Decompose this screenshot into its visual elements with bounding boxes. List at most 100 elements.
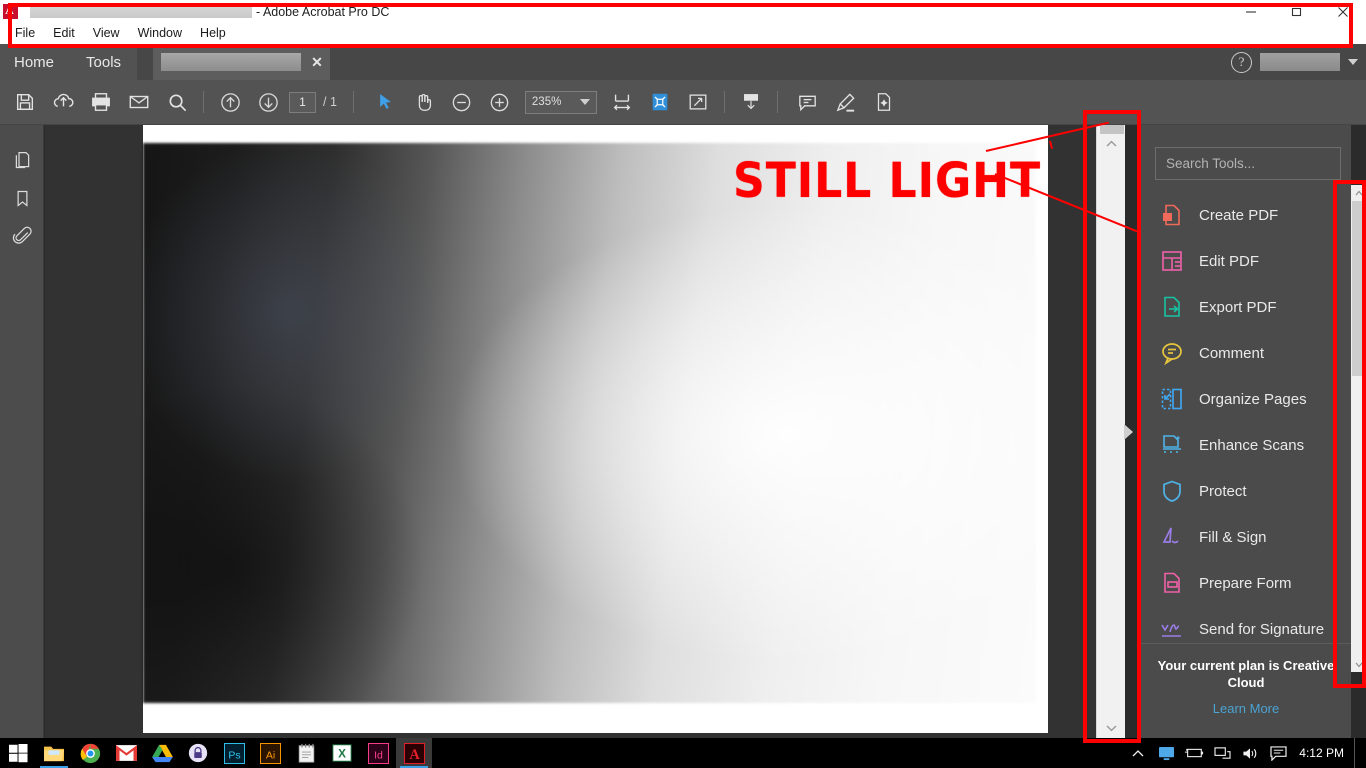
tool-item-prepare-form[interactable]: Prepare Form (1141, 560, 1351, 606)
next-page-icon[interactable] (249, 83, 287, 121)
taskbar-item-photoshop[interactable]: Ps (216, 738, 252, 768)
bookmarks-icon[interactable] (0, 179, 44, 217)
chevron-down-icon[interactable] (1348, 59, 1358, 65)
fill-and-sign-icon (1159, 524, 1185, 550)
protect-icon (1159, 478, 1185, 504)
scroll-down-arrow-icon[interactable] (1097, 718, 1126, 738)
taskbar-item-gmail[interactable] (108, 738, 144, 768)
account-name-redacted[interactable] (1260, 53, 1340, 71)
tool-item-fill-and-sign[interactable]: Fill & Sign (1141, 514, 1351, 560)
taskbar-item-file-explorer[interactable] (36, 738, 72, 768)
tools-panel-scrollbar[interactable] (1351, 185, 1366, 672)
enhance-scans-icon (1159, 432, 1185, 458)
volume-icon[interactable] (1237, 738, 1263, 768)
show-desktop-button[interactable] (1354, 738, 1360, 768)
save-icon[interactable] (6, 83, 44, 121)
tool-item-comment[interactable]: Comment (1141, 330, 1351, 376)
taskbar-item-google-chrome[interactable] (72, 738, 108, 768)
close-button[interactable] (1320, 0, 1366, 23)
fit-width-icon[interactable] (603, 83, 641, 121)
tool-label: Fill & Sign (1199, 528, 1267, 546)
tool-label: Organize Pages (1199, 390, 1307, 408)
upload-cloud-icon[interactable] (44, 83, 82, 121)
email-icon[interactable] (120, 83, 158, 121)
menu-item-edit[interactable]: Edit (44, 23, 84, 44)
highlight-icon[interactable] (827, 83, 865, 121)
hand-tool-icon[interactable] (405, 83, 443, 121)
tool-item-export-pdf[interactable]: Export PDF (1141, 284, 1351, 330)
battery-icon[interactable] (1181, 738, 1207, 768)
minimize-button[interactable] (1228, 0, 1274, 23)
add-page-icon[interactable] (865, 83, 903, 121)
tools-panel-scrollbar-thumb[interactable] (1352, 201, 1365, 376)
menu-item-window[interactable]: Window (129, 23, 191, 44)
previous-page-icon[interactable] (211, 83, 249, 121)
plan-text: Your current plan is Creative Cloud (1157, 658, 1335, 690)
create-pdf-icon (1159, 202, 1185, 228)
menu-item-help[interactable]: Help (191, 23, 235, 44)
export-pdf-icon (1159, 294, 1185, 320)
svg-text:Ai: Ai (265, 749, 274, 761)
windows-taskbar: Ps Ai X Id A 4:12 PM (0, 738, 1366, 768)
tool-label: Prepare Form (1199, 574, 1292, 592)
scroll-up-arrow-icon[interactable] (1097, 134, 1126, 154)
zoom-in-icon[interactable] (481, 83, 519, 121)
tool-item-edit-pdf[interactable]: Edit PDF (1141, 238, 1351, 284)
taskbar-clock[interactable]: 4:12 PM (1299, 746, 1344, 760)
page-number-input[interactable]: 1 (289, 91, 316, 113)
taskbar-item-illustrator[interactable]: Ai (252, 738, 288, 768)
tool-label: Export PDF (1199, 298, 1277, 316)
tool-label: Enhance Scans (1199, 436, 1305, 454)
tool-item-organize-pages[interactable]: Organize Pages (1141, 376, 1351, 422)
document-scrollbar-thumb[interactable] (1100, 125, 1124, 134)
zoom-out-icon[interactable] (443, 83, 481, 121)
read-mode-icon[interactable] (679, 83, 717, 121)
action-center-icon[interactable] (1265, 738, 1291, 768)
tab-tools[interactable]: Tools (70, 44, 138, 80)
close-document-tab-icon[interactable]: ✕ (310, 54, 324, 71)
tool-item-create-pdf[interactable]: Create PDF (1141, 192, 1351, 238)
attachments-icon[interactable] (0, 217, 44, 255)
learn-more-link[interactable]: Learn More (1141, 701, 1351, 716)
menu-item-file[interactable]: File (6, 23, 44, 44)
tool-item-enhance-scans[interactable]: Enhance Scans (1141, 422, 1351, 468)
collapse-right-panel-arrow-icon[interactable] (1124, 424, 1133, 440)
maximize-button[interactable] (1274, 0, 1320, 23)
organize-pages-icon (1159, 386, 1185, 412)
toolbar-separator-4 (776, 91, 778, 113)
print-icon[interactable] (82, 83, 120, 121)
page-thumbnails-icon[interactable] (0, 141, 44, 179)
taskbar-item-indesign[interactable]: Id (360, 738, 396, 768)
zoom-chevron-down-icon[interactable] (579, 99, 590, 105)
page-total-label: / 1 (323, 95, 337, 109)
acrobat-logo-icon: A (2, 3, 20, 21)
taskbar-item-excel[interactable]: X (324, 738, 360, 768)
select-tool-icon[interactable] (367, 83, 405, 121)
taskbar-item-notepad[interactable] (288, 738, 324, 768)
start-button[interactable] (0, 738, 36, 768)
snapshot-icon[interactable] (732, 83, 770, 121)
svg-text:X: X (338, 747, 346, 761)
zoom-level-select[interactable]: 235% (524, 90, 597, 114)
acrobat-logo-letter: A (5, 2, 14, 17)
comment-icon[interactable] (789, 83, 827, 121)
display-icon[interactable] (1153, 738, 1179, 768)
panel-scroll-down-arrow-icon[interactable] (1351, 657, 1366, 672)
taskbar-item-lock-app[interactable] (180, 738, 216, 768)
document-tab[interactable]: ✕ (153, 44, 330, 80)
search-icon[interactable] (158, 83, 196, 121)
document-view[interactable]: STILL LIGHT (45, 125, 1096, 738)
menu-bar: File Edit View Window Help (0, 23, 1366, 44)
help-icon[interactable]: ? (1231, 51, 1252, 73)
tools-list: Create PDF Edit PDF Export PDF Comment O… (1141, 192, 1351, 652)
fit-page-icon[interactable] (641, 83, 679, 121)
taskbar-item-google-drive[interactable] (144, 738, 180, 768)
network-icon[interactable] (1209, 738, 1235, 768)
panel-scroll-up-arrow-icon[interactable] (1351, 185, 1366, 200)
search-tools-input[interactable]: Search Tools... (1155, 147, 1341, 180)
taskbar-item-acrobat[interactable]: A (396, 738, 432, 768)
tab-home[interactable]: Home (0, 44, 71, 80)
menu-item-view[interactable]: View (84, 23, 129, 44)
tool-item-protect[interactable]: Protect (1141, 468, 1351, 514)
show-hidden-icons-arrow-icon[interactable] (1125, 738, 1151, 768)
